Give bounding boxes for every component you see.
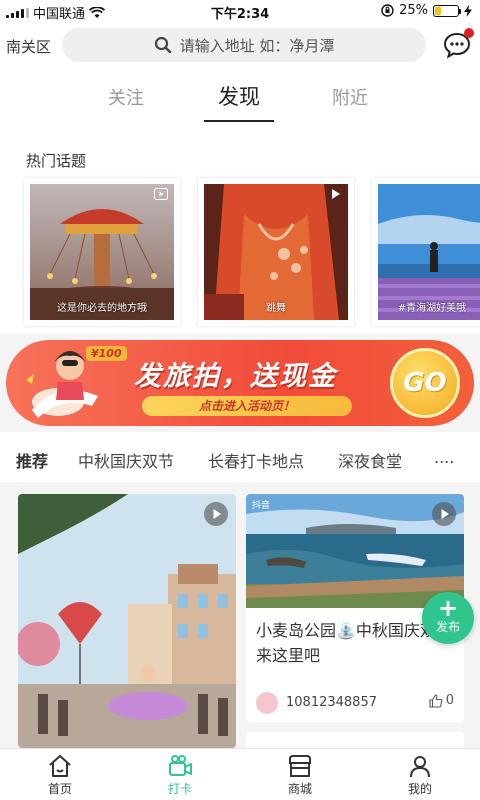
play-icon [332,189,340,199]
play-icon [441,509,449,519]
hot-topics-section: 热门话题 这是你必去的地方哦 跳舞 #青海湖好美哦 [0,124,480,334]
tab-discover[interactable]: 发现 [218,81,260,111]
category-changchun[interactable]: 长春打卡地点 [208,448,304,472]
hot-topic-caption: #青海湖好美哦 [397,303,467,314]
nav-store[interactable]: 商城 [260,753,340,797]
category-night-food[interactable]: 深夜食堂 [338,448,402,472]
hot-topic-card[interactable]: 跳舞 [198,178,354,326]
nav-profile-label: 我的 [407,782,432,796]
category-more[interactable]: .... [434,448,454,467]
publish-button[interactable]: + 发布 [422,592,474,644]
category-mid-autumn[interactable]: 中秋国庆双节 [78,448,174,472]
thumbs-up-icon [429,693,443,708]
bottom-nav: 首页 打卡 商城 我的 [0,748,480,800]
video-camera-icon [169,755,192,776]
play-button[interactable] [204,502,228,526]
active-tab-indicator [204,120,274,122]
tab-nearby[interactable]: 附近 [332,84,368,110]
promo-banner[interactable]: ¥100 发旅拍，送现金 点击进入活动页！ GO [6,340,474,426]
home-icon [49,755,71,777]
battery-percent: 25% [399,3,428,18]
header: 南关区 请输入地址 如：净月潭 [0,22,480,68]
feed-card[interactable] [18,494,236,748]
video-icon [154,188,168,200]
nav-home[interactable]: 首页 [20,753,100,797]
status-bar: 中国联通 下午2:34 25% [0,0,480,22]
nav-checkin[interactable]: 打卡 [140,753,220,797]
post-username[interactable]: 10812348857 [286,695,377,710]
hot-topic-caption: 跳舞 [266,303,286,314]
nav-home-label: 首页 [47,782,72,796]
plus-icon: + [437,594,459,622]
nav-store-label: 商城 [287,782,312,796]
hot-topic-card[interactable]: 这是你必去的地方哦 [24,178,180,326]
notification-dot [464,28,474,38]
category-recommended[interactable]: 推荐 [16,448,48,472]
nav-checkin-label: 打卡 [167,782,192,796]
tab-follow[interactable]: 关注 [108,84,144,110]
feed-card[interactable] [246,732,464,748]
feed: 抖音 小麦岛公园⛲中秋国庆双节来这里吧 10812348857 0 [0,482,480,748]
category-bar: 推荐 中秋国庆双节 长春打卡地点 深夜食堂 .... [0,432,480,482]
play-icon [213,509,221,519]
go-button[interactable]: GO [390,348,460,418]
battery-icon [433,4,461,17]
city-selector[interactable]: 南关区 [6,36,51,57]
message-button[interactable] [442,28,474,60]
search-placeholder: 请输入地址 如：净月潭 [179,36,335,55]
publish-label: 发布 [435,620,460,634]
top-tabs: 关注 发现 附近 [0,68,480,124]
search-bar[interactable]: 请输入地址 如：净月潭 [62,28,426,62]
avatar[interactable] [256,692,278,714]
hot-topic-caption: 这是你必去的地方哦 [57,303,147,314]
search-icon [154,36,171,54]
charging-icon [464,4,472,17]
banner-title: 发旅拍，送现金 [134,361,337,392]
cash-badge: ¥100 [86,346,127,361]
hot-topic-card[interactable]: #青海湖好美哦 [372,178,480,326]
orientation-lock-icon [381,4,394,17]
hot-topics-title: 热门话题 [26,152,87,170]
nav-profile[interactable]: 我的 [380,753,460,797]
parade-image [18,494,236,748]
banner-subtitle: 点击进入活动页！ [142,396,352,416]
person-icon [410,756,430,778]
douyin-watermark: 抖音 [252,501,271,511]
play-button[interactable] [432,502,456,526]
store-icon [289,755,311,777]
like-button[interactable]: 0 [429,693,454,708]
like-count: 0 [445,693,454,708]
